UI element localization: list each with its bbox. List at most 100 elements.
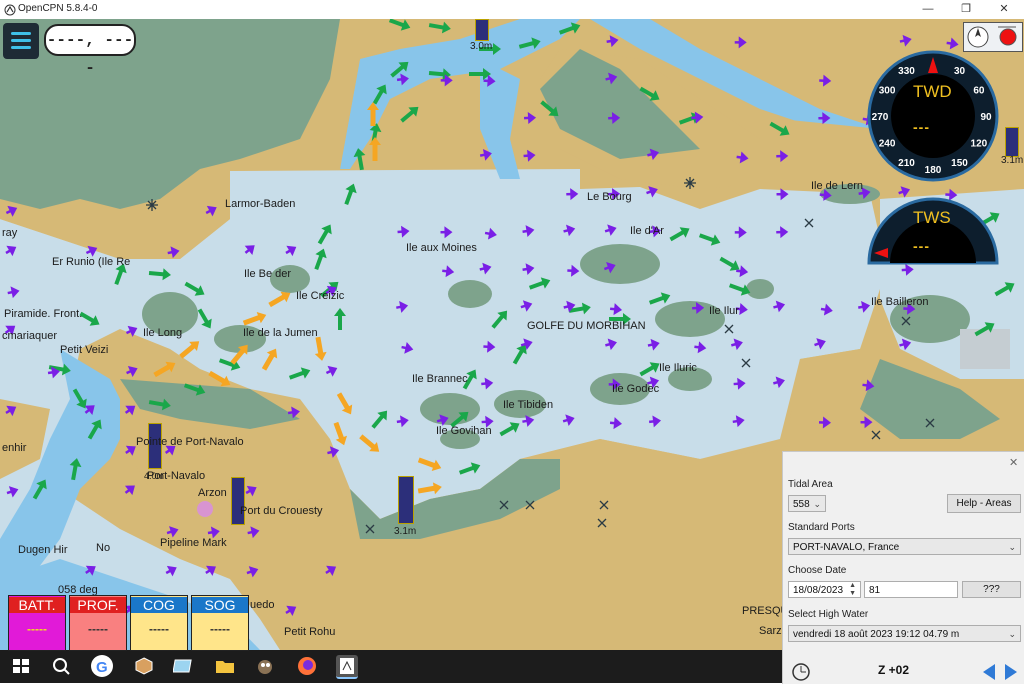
tide-station-bar-bottom[interactable] <box>398 476 414 524</box>
current-arrow <box>84 416 105 441</box>
current-arrow <box>646 147 661 162</box>
instrument-batt[interactable]: BATT.----- <box>8 595 66 651</box>
twd-gauge[interactable]: 330306090120150180210240270300 TWD --- <box>866 49 1000 183</box>
chevron-down-icon: ⌄ <box>813 496 821 513</box>
coefficient-input[interactable]: 81 <box>864 581 958 598</box>
high-water-select[interactable]: vendredi 18 août 2023 19:12 04.79 m ⌄ <box>788 625 1021 642</box>
current-arrow <box>287 405 301 419</box>
place-label: Ile d'Ar <box>630 225 664 237</box>
help-areas-button[interactable]: Help - Areas <box>947 494 1021 513</box>
tidal-area-label: Tidal Area <box>788 479 833 490</box>
standard-port-value: PORT-NAVALO, France <box>793 542 899 553</box>
minimize-button[interactable]: — <box>909 0 947 19</box>
restore-button[interactable]: ❐ <box>947 0 985 19</box>
instrument-label: BATT. <box>9 597 65 613</box>
twd-value: --- <box>913 119 930 135</box>
current-arrow <box>163 562 179 578</box>
close-button[interactable]: ✕ <box>985 0 1023 19</box>
file-explorer-icon[interactable] <box>214 655 236 677</box>
tidal-area-select[interactable]: 558 ⌄ <box>788 495 826 512</box>
current-arrow <box>735 36 747 48</box>
tide-station-bar-top[interactable] <box>475 19 489 41</box>
current-arrow <box>82 561 99 578</box>
current-arrow <box>735 226 747 238</box>
compass-toolbar[interactable] <box>963 22 1023 52</box>
current-arrow <box>124 323 140 339</box>
current-arrow <box>469 68 491 80</box>
spin-arrows-icon[interactable]: ▲▼ <box>849 582 856 598</box>
panel-close-button[interactable]: ✕ <box>1009 456 1018 469</box>
current-arrow <box>608 112 620 124</box>
current-arrow <box>728 280 753 299</box>
current-arrow <box>3 402 19 418</box>
opencpn-icon[interactable] <box>336 655 358 679</box>
chevron-down-icon: ⌄ <box>1008 626 1016 643</box>
tidal-area-value: 558 <box>793 499 810 510</box>
current-arrow <box>388 19 413 33</box>
current-arrow <box>29 476 50 501</box>
screen-sketch-icon[interactable] <box>173 655 195 677</box>
current-arrow <box>242 309 269 328</box>
current-arrow <box>388 57 413 80</box>
current-arrow <box>776 226 788 238</box>
current-arrow <box>732 414 746 428</box>
tws-gauge[interactable]: TWS --- <box>866 188 1000 268</box>
current-arrow <box>698 230 723 249</box>
place-label: Ile Bailleron <box>871 296 928 308</box>
search-icon[interactable] <box>50 655 72 677</box>
previous-button[interactable] <box>981 662 997 682</box>
current-arrow <box>566 188 578 200</box>
current-arrow <box>813 335 828 350</box>
opencpn-app-icon <box>4 3 16 15</box>
instrument-prof[interactable]: PROF.----- <box>69 595 127 651</box>
current-arrow <box>862 379 875 392</box>
place-label: Ile aux Moines <box>406 242 477 254</box>
tide-station-bar-crouesty[interactable] <box>231 477 245 525</box>
instrument-cog[interactable]: COG----- <box>130 595 188 651</box>
place-label: Petit Veizi <box>60 344 108 356</box>
firefox-icon[interactable] <box>296 655 318 677</box>
date-picker[interactable]: 18/08/2023 ▲▼ <box>788 581 861 598</box>
tide-station-bar-right[interactable] <box>1005 127 1019 157</box>
current-arrow <box>733 377 746 390</box>
menu-button[interactable] <box>3 23 39 59</box>
current-arrow <box>860 416 872 428</box>
current-arrow <box>667 223 692 244</box>
coefficient-button[interactable]: ??? <box>962 581 1021 598</box>
current-arrow <box>324 363 340 379</box>
twd-tick-label: 330 <box>898 66 915 77</box>
gimp-icon[interactable] <box>254 655 276 677</box>
current-arrow <box>518 35 542 52</box>
current-arrow <box>283 242 299 258</box>
current-arrow <box>246 525 260 539</box>
next-button[interactable] <box>1003 662 1019 682</box>
current-arrow <box>479 147 493 161</box>
tidal-streams-panel: ✕ Tidal Area 558 ⌄ Help - Areas Standard… <box>782 451 1024 684</box>
current-arrow <box>561 412 576 427</box>
clock-icon[interactable] <box>791 662 811 682</box>
twd-tick-label: 30 <box>954 66 966 77</box>
current-arrow <box>645 183 660 198</box>
windows-start-icon[interactable] <box>10 655 32 677</box>
standard-port-select[interactable]: PORT-NAVALO, France ⌄ <box>788 538 1021 555</box>
3d-viewer-icon[interactable] <box>133 655 155 677</box>
place-label: Ile de Lern <box>811 180 863 192</box>
current-arrow <box>334 391 356 418</box>
current-arrow <box>312 336 328 362</box>
instrument-label: SOG <box>192 597 248 613</box>
twd-tick-label: 90 <box>980 112 992 123</box>
instrument-sog[interactable]: SOG----- <box>191 595 249 651</box>
current-arrow <box>776 150 788 162</box>
current-arrow <box>772 374 787 389</box>
google-icon[interactable]: G <box>91 655 113 677</box>
high-water-value: vendredi 18 août 2023 19:12 04.79 m <box>793 629 959 640</box>
place-label: Er Runio (Ile Re <box>52 256 130 268</box>
current-arrow <box>242 241 259 258</box>
current-arrow <box>167 245 181 259</box>
current-arrow <box>428 19 452 35</box>
current-arrow <box>122 481 139 498</box>
current-arrow <box>442 265 455 278</box>
current-arrow <box>736 151 750 165</box>
depth-label: 3.1m <box>394 526 416 537</box>
current-arrow <box>367 102 379 126</box>
